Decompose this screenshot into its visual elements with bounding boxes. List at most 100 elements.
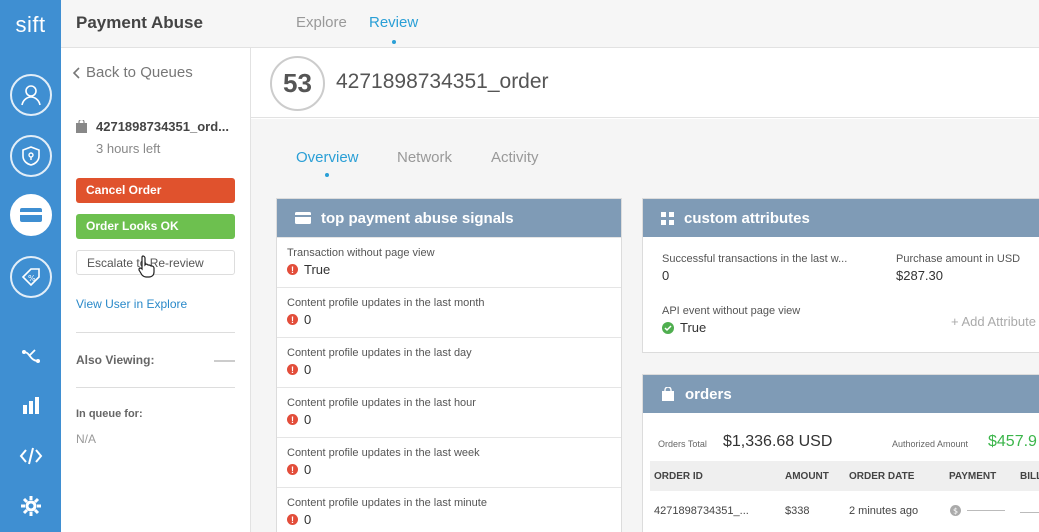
table-row[interactable]: 4271898734351_... $338 2 minutes ago $ (650, 495, 1039, 531)
hand-cursor-icon (138, 255, 155, 278)
custom-attributes-panel: custom attributes Successful transaction… (642, 198, 1039, 353)
alert-icon: ! (287, 514, 298, 525)
signal-label: Content profile updates in the last minu… (287, 497, 487, 509)
authorized-amount-label: Authorized Amount (892, 439, 969, 449)
column-header[interactable]: PAYMENT (949, 471, 996, 482)
queue-header: Payment Abuse (61, 0, 251, 48)
orders-total-value: $1,336.68 USD (723, 433, 833, 450)
sift-logo[interactable]: sift (0, 12, 61, 38)
top-nav: Explore Review (251, 0, 1039, 48)
app-rail: sift % (0, 0, 61, 532)
signals-panel: top payment abuse signals Transaction wi… (276, 198, 622, 532)
signal-value: 0 (304, 312, 312, 327)
svg-text:$: $ (953, 507, 958, 516)
orders-panel: orders Orders Total $1,336.68 USD Author… (642, 374, 1039, 532)
credit-card-icon[interactable] (10, 194, 52, 236)
signal-value: 0 (304, 412, 312, 427)
signal-value: True (304, 262, 331, 277)
signals-header: top payment abuse signals (277, 199, 621, 237)
add-attribute-button[interactable]: + Add Attribute (951, 314, 1036, 329)
signal-row: Transaction without page view ! True (277, 237, 621, 287)
attribute-value: 0 (662, 268, 670, 283)
attributes-header: custom attributes (643, 199, 1039, 237)
user-icon[interactable] (10, 74, 52, 116)
signal-value: 0 (304, 462, 312, 477)
attribute-value: $287.30 (896, 268, 943, 283)
column-header[interactable]: BILL (1020, 471, 1039, 482)
orders-table-header: ORDER ID AMOUNT ORDER DATE PAYMENT BILL (650, 461, 1039, 491)
queue-item[interactable]: 4271898734351_ord... 3 hours left (76, 119, 241, 156)
in-queue-label: In queue for: (76, 408, 143, 420)
signal-label: Transaction without page view (287, 247, 435, 259)
tab-explore[interactable]: Explore (296, 14, 347, 31)
attribute-label: Purchase amount in USD (896, 253, 1021, 265)
workflow-icon[interactable] (19, 344, 43, 368)
divider (76, 387, 235, 388)
signal-label: Content profile updates in the last day (287, 347, 472, 359)
column-header[interactable]: ORDER DATE (849, 471, 914, 482)
gear-icon[interactable] (19, 494, 43, 518)
shopping-bag-icon (662, 387, 674, 401)
chevron-left-icon (72, 66, 80, 79)
payment-placeholder (967, 510, 1005, 511)
active-indicator (325, 173, 330, 177)
column-header[interactable]: ORDER ID (654, 471, 703, 482)
view-user-link[interactable]: View User in Explore (76, 297, 187, 311)
order-id-cell[interactable]: 4271898734351_... (654, 505, 749, 517)
signal-label: Content profile updates in the last mont… (287, 297, 485, 309)
alert-icon: ! (287, 314, 298, 325)
attribute-value: True (680, 320, 707, 335)
attribute-label: API event without page view (662, 305, 801, 317)
attributes-title: custom attributes (684, 209, 810, 227)
svg-text:%: % (28, 274, 36, 283)
alert-icon: ! (287, 264, 298, 275)
tab-network[interactable]: Network (397, 149, 452, 166)
authorized-amount-value: $457.9 (988, 433, 1037, 450)
order-id: 4271898734351_order (336, 70, 549, 93)
signal-label: Content profile updates in the last week (287, 447, 480, 459)
queue-item-time: 3 hours left (96, 141, 161, 156)
signal-row: Content profile updates in the last week… (277, 437, 621, 487)
order-looks-ok-button[interactable]: Order Looks OK (76, 214, 235, 239)
alert-icon: ! (287, 364, 298, 375)
order-header: 53 4271898734351_order (251, 48, 1039, 118)
orders-total-label: Orders Total (658, 439, 707, 449)
also-viewing-empty (214, 360, 235, 362)
cancel-order-button[interactable]: Cancel Order (76, 178, 235, 203)
signal-value: 0 (304, 512, 312, 527)
signal-row: Content profile updates in the last hour… (277, 387, 621, 437)
shopping-bag-icon (76, 120, 87, 133)
promo-tag-icon[interactable]: % (10, 256, 52, 298)
order-date-cell: 2 minutes ago (849, 505, 919, 517)
signal-value: 0 (304, 362, 312, 377)
active-indicator (391, 40, 396, 44)
signals-title: top payment abuse signals (321, 209, 514, 227)
signal-row: Content profile updates in the last mont… (277, 287, 621, 337)
attribute-item: Successful transactions in the last w...… (662, 253, 847, 283)
payment-cell: $ (950, 505, 1005, 516)
tab-activity[interactable]: Activity (491, 149, 539, 166)
back-to-queues-link[interactable]: Back to Queues (72, 64, 193, 81)
column-header[interactable]: AMOUNT (785, 471, 829, 482)
code-icon[interactable] (19, 444, 43, 468)
bar-chart-icon[interactable] (19, 393, 43, 417)
check-icon (662, 321, 674, 334)
signal-row: Content profile updates in the last minu… (277, 487, 621, 532)
tab-review[interactable]: Review (369, 14, 419, 44)
grid-icon (661, 211, 674, 225)
queue-title: Payment Abuse (76, 13, 203, 32)
signal-label: Content profile updates in the last hour (287, 397, 476, 409)
tab-overview-label: Overview (296, 149, 359, 166)
orders-header: orders (643, 375, 1039, 413)
attribute-label: Successful transactions in the last w... (662, 253, 848, 265)
alert-icon: ! (287, 414, 298, 425)
shield-icon[interactable] (10, 135, 52, 177)
alert-icon: ! (287, 464, 298, 475)
tab-overview[interactable]: Overview (296, 149, 359, 177)
tab-review-label: Review (369, 14, 419, 31)
also-viewing-label: Also Viewing: (76, 353, 155, 367)
in-queue-value: N/A (76, 432, 97, 446)
card-icon (295, 212, 311, 224)
divider (76, 332, 235, 333)
attribute-item: Purchase amount in USD $287.30 (896, 253, 1020, 283)
